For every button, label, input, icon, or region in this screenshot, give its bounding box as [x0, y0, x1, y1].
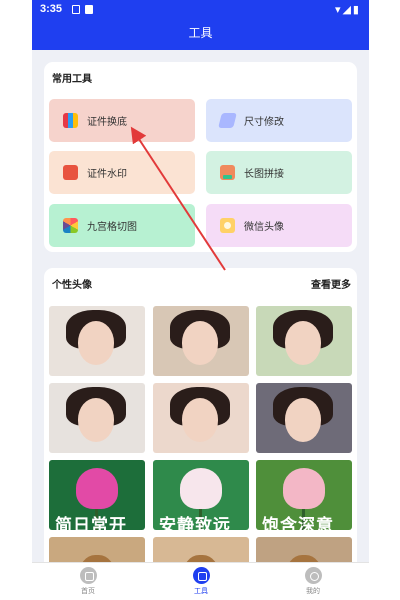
resize-icon: [218, 113, 237, 128]
avatar-face: [77, 321, 115, 365]
avatar-thumbnail[interactable]: [49, 306, 145, 376]
long-image-stitch-icon: [220, 165, 235, 180]
notification-icon: [85, 5, 93, 14]
lotus-flower: [75, 468, 119, 509]
phone-screen: 3:35 ▾◢▮ 工具 常用工具 证件换底 尺寸修改 证件水印 长图拼接 九宫格…: [32, 0, 369, 600]
tool-resize[interactable]: 尺寸修改: [206, 99, 352, 142]
status-bar: 3:35 ▾◢▮: [32, 0, 369, 20]
tool-watermark[interactable]: 证件水印: [49, 151, 195, 194]
avatar-thumbnail[interactable]: [49, 383, 145, 453]
avatar-thumbnail[interactable]: [256, 306, 352, 376]
grid-cut-icon: [63, 218, 78, 233]
thumbnail-caption: 安静致远: [159, 516, 231, 530]
page-title: 工具: [188, 26, 213, 40]
tool-label: 证件水印: [87, 169, 127, 180]
tool-wechat-avatar[interactable]: 微信头像: [206, 204, 352, 247]
avatar-face: [77, 398, 115, 442]
watermark-icon: [63, 165, 78, 180]
app-bar: 工具: [32, 20, 369, 50]
avatar-face: [284, 398, 322, 442]
tool-long-image-stitch[interactable]: 长图拼接: [206, 151, 352, 194]
tool-label: 证件换底: [87, 117, 127, 128]
tool-id-photo-background[interactable]: 证件换底: [49, 99, 195, 142]
avatar-face: [284, 321, 322, 365]
avatar-face: [181, 398, 219, 442]
nav-label: 首页: [81, 587, 95, 595]
avatar-thumbnail[interactable]: [153, 383, 249, 453]
tool-label: 九宫格切图: [87, 222, 137, 233]
avatar-face: [181, 321, 219, 365]
avatar-thumbnail[interactable]: [153, 306, 249, 376]
nav-home[interactable]: 首页: [58, 567, 118, 596]
wechat-avatar-icon: [220, 218, 235, 233]
lotus-thumbnail[interactable]: 简日常开: [49, 460, 145, 530]
nav-label: 工具: [194, 587, 208, 595]
section-title-common-tools: 常用工具: [52, 74, 92, 85]
thumbnail-caption: 简日常开: [55, 516, 127, 530]
nav-mine[interactable]: 我的: [283, 567, 343, 596]
lotus-flower: [282, 468, 326, 509]
avatar-thumbnail[interactable]: [256, 383, 352, 453]
tool-label: 微信头像: [244, 222, 284, 233]
tool-label: 长图拼接: [244, 169, 284, 180]
section-title-avatars: 个性头像: [52, 280, 92, 291]
profile-icon: [304, 567, 322, 584]
nav-tools[interactable]: 工具: [171, 567, 231, 596]
view-more-link[interactable]: 查看更多: [311, 276, 351, 291]
id-photo-background-icon: [63, 113, 78, 128]
status-time: 3:35: [40, 3, 63, 15]
common-tools-card: 常用工具 证件换底 尺寸修改 证件水印 长图拼接 九宫格切图 微信头像: [44, 62, 357, 252]
notification-icon: [72, 5, 80, 14]
avatar-card: 个性头像 查看更多 简日常开 安静致远 饱含深意: [44, 268, 357, 588]
home-icon: [79, 567, 97, 584]
lotus-thumbnail[interactable]: 饱含深意: [256, 460, 352, 530]
thumbnail-caption: 饱含深意: [262, 516, 334, 530]
tool-label: 尺寸修改: [244, 117, 284, 128]
lotus-flower: [179, 468, 223, 509]
signal-battery-icon: ▾◢▮: [334, 3, 361, 16]
tool-grid-cut[interactable]: 九宫格切图: [49, 204, 195, 247]
nav-label: 我的: [306, 587, 320, 595]
lotus-thumbnail[interactable]: 安静致远: [153, 460, 249, 530]
bottom-nav: 首页 工具 我的: [32, 562, 369, 600]
toolbox-icon: [192, 567, 210, 584]
